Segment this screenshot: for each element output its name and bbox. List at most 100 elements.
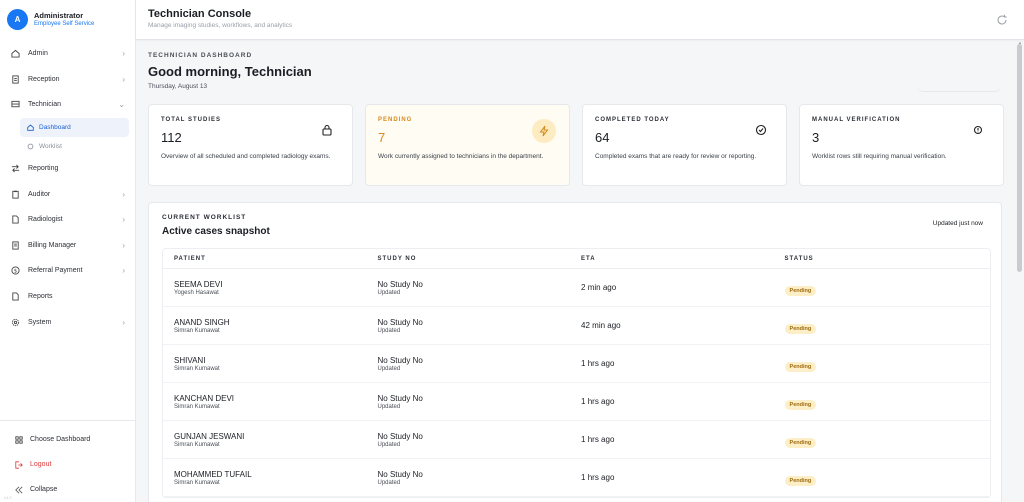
choose-dashboard-label: Choose Dashboard [30, 436, 91, 443]
stat-card-total-studies: TOTAL STUDIES 112 Overview of all schedu… [148, 104, 353, 186]
table-row[interactable]: SHIVANI Simran Kumawat No Study No Updated… [163, 345, 990, 383]
sidebar-item-admin[interactable]: Admin › [0, 41, 135, 67]
worklist-table: PATIENT STUDY NO ETA STATUS SEEMA DEVI Yo… [162, 248, 991, 498]
study-sub: Updated [377, 289, 401, 296]
chevron-right-icon: › [122, 74, 125, 84]
study-number: No Study No [377, 469, 423, 479]
eta: 2 min ago [581, 283, 617, 292]
sidebar: A Administrator Employee Self Service Ad… [0, 0, 136, 502]
gear-icon [10, 317, 20, 327]
greeting-heading: Good morning, Technician [148, 64, 312, 79]
sidebar-item-referral-payment[interactable]: $ Referral Payment › [0, 258, 135, 284]
dollar-icon: $ [10, 266, 20, 276]
card-value: 64 [595, 130, 610, 145]
stat-cards: TOTAL STUDIES 112 Overview of all schedu… [148, 104, 1004, 186]
main-content: TECHNICIAN DASHBOARD Good morning, Techn… [136, 40, 1016, 502]
technician-name: Simran Kumawat [174, 327, 220, 334]
sidebar-item-reports[interactable]: Reports [0, 284, 135, 310]
chevron-right-icon: › [122, 49, 125, 59]
clipboard-icon [10, 189, 20, 199]
eta: 42 min ago [581, 321, 621, 330]
profile[interactable]: A Administrator Employee Self Service [0, 0, 135, 38]
file-icon [10, 215, 20, 225]
logout-label: Logout [30, 461, 52, 468]
sidebar-item-billing-manager[interactable]: Billing Manager › [0, 233, 135, 259]
choose-dashboard-button[interactable]: Choose Dashboard [0, 427, 136, 452]
sidebar-item-label: Billing Manager [28, 241, 77, 249]
study-number: No Study No [377, 431, 423, 441]
document-icon [10, 74, 20, 84]
sidebar-item-label: Auditor [28, 190, 51, 198]
patient-name: SHIVANI [174, 355, 206, 365]
chevron-right-icon: › [122, 317, 125, 327]
sidebar-footer: Choose Dashboard Logout Collapse [0, 420, 136, 502]
scrollbar[interactable] [1017, 44, 1022, 272]
sidebar-item-label: Reporting [28, 165, 59, 173]
status-badge: Pending [784, 437, 817, 448]
table-row[interactable]: GUNJAN JESWANI Simran Kumawat No Study No… [163, 421, 990, 459]
svg-text:$: $ [13, 269, 16, 275]
sidebar-item-technician[interactable]: Technician ⌄ [0, 92, 135, 118]
column-header-study-no[interactable]: STUDY NO [367, 256, 571, 262]
status-badge: Pending [784, 399, 817, 410]
top-header: Technician Console Manage imaging studie… [136, 0, 1024, 40]
card-description: Completed exams that are ready for revie… [595, 153, 757, 160]
profile-role: Employee Self Service [34, 20, 95, 27]
table-row[interactable]: SEEMA DEVI Yogesh Hasawat No Study No Upda… [163, 269, 990, 307]
sidebar-item-label: System [28, 318, 52, 326]
worklist-title: Active cases snapshot [162, 226, 270, 237]
version-label: v1.0 [4, 495, 12, 500]
technician-name: Yogesh Hasawat [174, 289, 219, 296]
card-description: Worklist rows still requiring manual ver… [812, 153, 947, 160]
sidebar-item-radiologist[interactable]: Radiologist › [0, 207, 135, 233]
column-header-eta[interactable]: ETA [570, 256, 774, 262]
sidebar-item-system[interactable]: System › [0, 309, 135, 335]
chevron-right-icon: › [122, 189, 125, 199]
logout-button[interactable]: Logout [0, 452, 136, 477]
sidebar-item-label: Technician [28, 101, 62, 109]
eta: 1 hrs ago [581, 435, 615, 444]
sidebar-subitem-dashboard[interactable]: Dashboard [20, 117, 129, 137]
eta: 1 hrs ago [581, 397, 615, 406]
profile-name: Administrator [34, 10, 84, 20]
card-label: COMPLETED TODAY [595, 117, 670, 123]
sidebar-item-reception[interactable]: Reception › [0, 67, 135, 93]
sidebar-item-reporting[interactable]: Reporting [0, 156, 135, 182]
study-sub: Updated [377, 327, 401, 334]
header-action-placeholder [916, 80, 1002, 92]
patient-name: SEEMA DEVI [174, 279, 223, 289]
collapse-button[interactable]: Collapse [0, 477, 136, 502]
report-icon [10, 292, 20, 302]
study-sub: Updated [377, 441, 401, 448]
dashboard-eyebrow: TECHNICIAN DASHBOARD [148, 52, 253, 59]
patient-name: GUNJAN JESWANI [174, 431, 245, 441]
sidebar-item-label: Radiologist [28, 216, 63, 224]
chevron-down-icon: ⌄ [118, 100, 125, 110]
study-number: No Study No [377, 355, 423, 365]
date-label: Thursday, August 13 [148, 83, 208, 90]
table-row[interactable]: MOHAMMED TUFAIL Simran Kumawat No Study N… [163, 459, 990, 497]
table-row[interactable]: ANAND SINGH Simran Kumawat No Study No Upd… [163, 307, 990, 345]
chevron-right-icon: › [122, 215, 125, 225]
worklist-eyebrow: CURRENT WORKLIST [162, 214, 247, 221]
stat-card-manual-verification: MANUAL VERIFICATION 3 Worklist rows stil… [799, 104, 1004, 186]
card-value: 112 [161, 130, 182, 145]
column-header-patient[interactable]: PATIENT [163, 256, 367, 262]
sidebar-item-auditor[interactable]: Auditor › [0, 181, 135, 207]
swap-icon [10, 164, 20, 174]
list-icon [26, 142, 34, 150]
updated-status: Updated just now [932, 220, 983, 227]
patient-name: MOHAMMED TUFAIL [174, 469, 252, 479]
bolt-icon [532, 119, 556, 143]
sidebar-subitem-worklist[interactable]: Worklist [20, 137, 129, 156]
refresh-icon[interactable] [996, 13, 1008, 25]
table-header: PATIENT STUDY NO ETA STATUS [163, 249, 990, 269]
table-row[interactable]: KANCHAN DEVI Simran Kumawat No Study No Up… [163, 383, 990, 421]
study-sub: Updated [377, 365, 401, 372]
column-header-status[interactable]: STATUS [774, 256, 990, 262]
sidebar-subitem-label: Worklist [39, 142, 62, 150]
worklist-panel: CURRENT WORKLIST Active cases snapshot U… [148, 202, 1002, 502]
study-number: No Study No [377, 279, 423, 289]
card-value: 3 [812, 130, 820, 145]
stat-card-completed-today: COMPLETED TODAY 64 Completed exams that … [582, 104, 787, 186]
